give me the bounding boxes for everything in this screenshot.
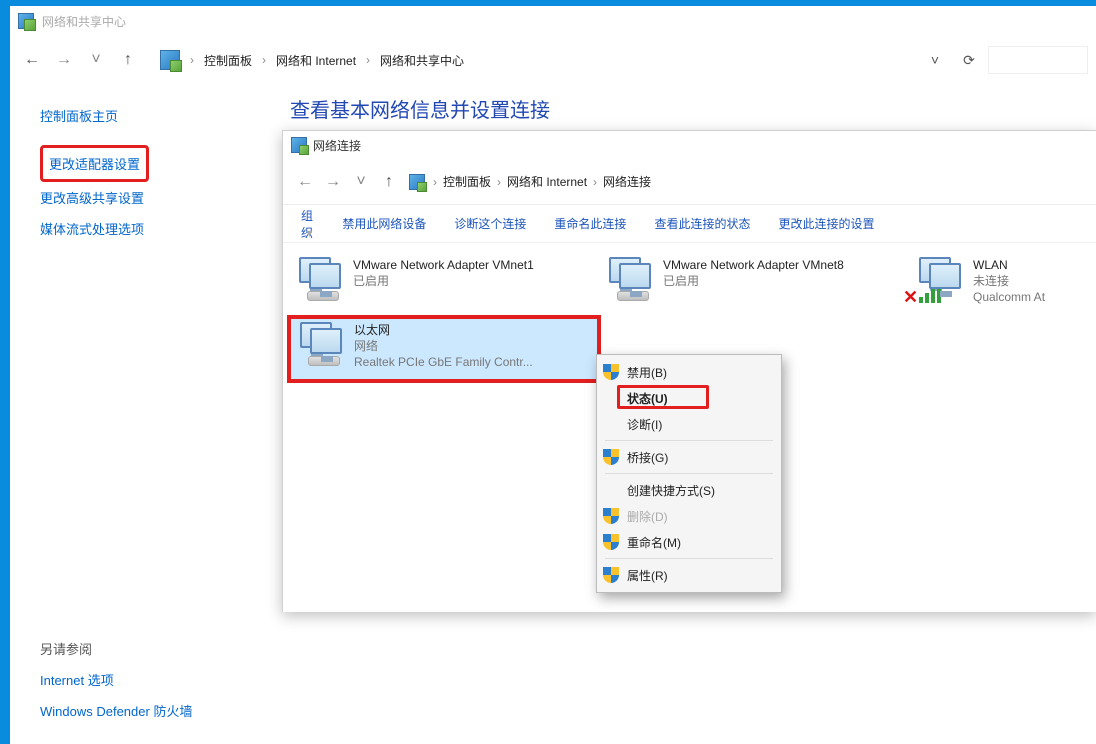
- menu-item-label: 删除(D): [627, 508, 668, 525]
- adapter-desc: Qualcomm At: [973, 289, 1045, 305]
- adapter-status: 已启用: [353, 273, 534, 289]
- address-app-icon: [160, 50, 180, 70]
- address-dropdown-button[interactable]: ˅: [920, 46, 950, 74]
- sidebar-advanced-sharing-link[interactable]: 更改高级共享设置: [40, 182, 280, 213]
- nav-back-button[interactable]: ←: [18, 46, 46, 74]
- toolbar: 组织 ▾ 禁用此网络设备 诊断这个连接 重命名此连接 查看此连接的状态 更改此连…: [283, 205, 1096, 243]
- shield-icon: [603, 364, 619, 380]
- menu-shortcut[interactable]: 创建快捷方式(S): [597, 477, 781, 503]
- sidebar-media-streaming-link[interactable]: 媒体流式处理选项: [40, 213, 280, 244]
- context-menu: 禁用(B) 状态(U) 诊断(I) 桥接(G) 创建快捷方式(S) 删除(D) …: [596, 354, 782, 593]
- refresh-button[interactable]: ⟳: [954, 46, 984, 74]
- highlight-box-adapter-settings: 更改适配器设置: [40, 145, 149, 182]
- menu-item-label: 创建快捷方式(S): [627, 482, 715, 499]
- menu-diagnose[interactable]: 诊断(I): [597, 411, 781, 437]
- nav-recent-button[interactable]: ˅: [82, 46, 110, 74]
- menu-properties[interactable]: 属性(R): [597, 562, 781, 588]
- toolbar-status[interactable]: 查看此连接的状态: [654, 215, 750, 232]
- network-adapter-icon: [296, 322, 346, 368]
- toolbar-settings[interactable]: 更改此连接的设置: [778, 215, 874, 232]
- adapter-name: WLAN: [973, 257, 1045, 273]
- menu-separator: [605, 440, 773, 441]
- see-also-heading: 另请参阅: [40, 633, 192, 664]
- adapter-name: VMware Network Adapter VMnet1: [353, 257, 534, 273]
- sidebar-see-also: 另请参阅 Internet 选项 Windows Defender 防火墙: [40, 633, 192, 726]
- toolbar-organize[interactable]: 组织 ▾: [301, 207, 314, 241]
- adapter-status: 已启用: [663, 273, 844, 289]
- adapter-name: VMware Network Adapter VMnet8: [663, 257, 844, 273]
- adapter-vmnet8[interactable]: VMware Network Adapter VMnet8 已启用: [599, 253, 909, 317]
- toolbar-diagnose[interactable]: 诊断这个连接: [454, 215, 526, 232]
- toolbar-rename[interactable]: 重命名此连接: [554, 215, 626, 232]
- breadcrumb-item[interactable]: 控制面板: [439, 173, 495, 190]
- shield-icon: [603, 449, 619, 465]
- menu-bridge[interactable]: 桥接(G): [597, 444, 781, 470]
- nav-forward-button[interactable]: →: [50, 46, 78, 74]
- titlebar[interactable]: 网络和共享中心: [10, 6, 1096, 36]
- sidebar-defender-firewall-link[interactable]: Windows Defender 防火墙: [40, 695, 192, 726]
- menu-item-label: 诊断(I): [627, 416, 662, 433]
- adapter-desc: Realtek PCIe GbE Family Contr...: [354, 354, 533, 370]
- menu-separator: [605, 558, 773, 559]
- shield-icon: [603, 534, 619, 550]
- highlight-box-status: [617, 385, 709, 409]
- nav-forward-button[interactable]: →: [319, 168, 347, 196]
- adapter-name: 以太网: [354, 322, 533, 338]
- breadcrumb-item[interactable]: 网络连接: [599, 173, 655, 190]
- network-center-icon: [18, 13, 34, 29]
- network-adapter-icon: [295, 257, 345, 303]
- chevron-right-icon[interactable]: ›: [188, 53, 196, 67]
- sidebar-home-link[interactable]: 控制面板主页: [40, 100, 280, 131]
- breadcrumb-item[interactable]: 网络和 Internet: [503, 173, 591, 190]
- nav-back-button[interactable]: ←: [291, 168, 319, 196]
- menu-rename[interactable]: 重命名(M): [597, 529, 781, 555]
- addressbar: ← → ˅ ↑ › 控制面板 › 网络和 Internet › 网络和共享中心 …: [10, 36, 1096, 84]
- chevron-right-icon[interactable]: ›: [431, 175, 439, 189]
- nav-up-button[interactable]: ↑: [114, 46, 142, 74]
- address-app-icon: [409, 174, 425, 190]
- menu-item-label: 属性(R): [627, 567, 668, 584]
- menu-item-label: 桥接(G): [627, 449, 668, 466]
- main-window: 网络和共享中心 ← → ˅ ↑ › 控制面板 › 网络和 Internet › …: [10, 6, 1096, 744]
- breadcrumb-item[interactable]: 控制面板: [200, 52, 256, 69]
- disconnected-x-icon: ✕: [903, 287, 918, 308]
- nested-titlebar[interactable]: 网络连接: [283, 131, 1096, 159]
- shield-icon: [603, 508, 619, 524]
- wifi-adapter-icon: ✕: [915, 257, 965, 303]
- nested-addressbar: ← → ˅ ↑ › 控制面板 › 网络和 Internet › 网络连接: [283, 159, 1096, 205]
- breadcrumb-item[interactable]: 网络和共享中心: [376, 52, 468, 69]
- chevron-right-icon[interactable]: ›: [495, 175, 503, 189]
- adapter-status: 未连接: [973, 273, 1045, 289]
- chevron-right-icon[interactable]: ›: [364, 53, 372, 67]
- nav-recent-button[interactable]: ˅: [347, 168, 375, 196]
- adapter-wlan[interactable]: ✕ WLAN 未连接 Qualcomm At: [909, 253, 1089, 317]
- window-title: 网络和共享中心: [42, 13, 126, 30]
- network-connections-icon: [291, 137, 307, 153]
- menu-separator: [605, 473, 773, 474]
- menu-delete: 删除(D): [597, 503, 781, 529]
- network-adapter-icon: [605, 257, 655, 303]
- adapter-vmnet1[interactable]: VMware Network Adapter VMnet1 已启用: [289, 253, 599, 317]
- chevron-right-icon[interactable]: ›: [591, 175, 599, 189]
- toolbar-disable[interactable]: 禁用此网络设备: [342, 215, 426, 232]
- menu-item-label: 禁用(B): [627, 364, 667, 381]
- chevron-right-icon[interactable]: ›: [260, 53, 268, 67]
- shield-icon: [603, 567, 619, 583]
- content-heading: 查看基本网络信息并设置连接: [280, 90, 1096, 131]
- sidebar-internet-options-link[interactable]: Internet 选项: [40, 664, 192, 695]
- adapter-status: 网络: [354, 338, 533, 354]
- breadcrumb-item[interactable]: 网络和 Internet: [272, 52, 360, 69]
- nested-window-title: 网络连接: [313, 137, 361, 154]
- menu-disable[interactable]: 禁用(B): [597, 359, 781, 385]
- nav-up-button[interactable]: ↑: [375, 168, 403, 196]
- sidebar-adapter-settings-link[interactable]: 更改适配器设置: [49, 148, 140, 179]
- adapter-ethernet[interactable]: 以太网 网络 Realtek PCIe GbE Family Contr...: [289, 317, 599, 381]
- menu-item-label: 重命名(M): [627, 534, 681, 551]
- sidebar: 控制面板主页 更改适配器设置 更改高级共享设置 媒体流式处理选项 另请参阅 In…: [10, 90, 280, 744]
- search-input[interactable]: [988, 46, 1088, 74]
- desktop-edge-left: [0, 0, 10, 744]
